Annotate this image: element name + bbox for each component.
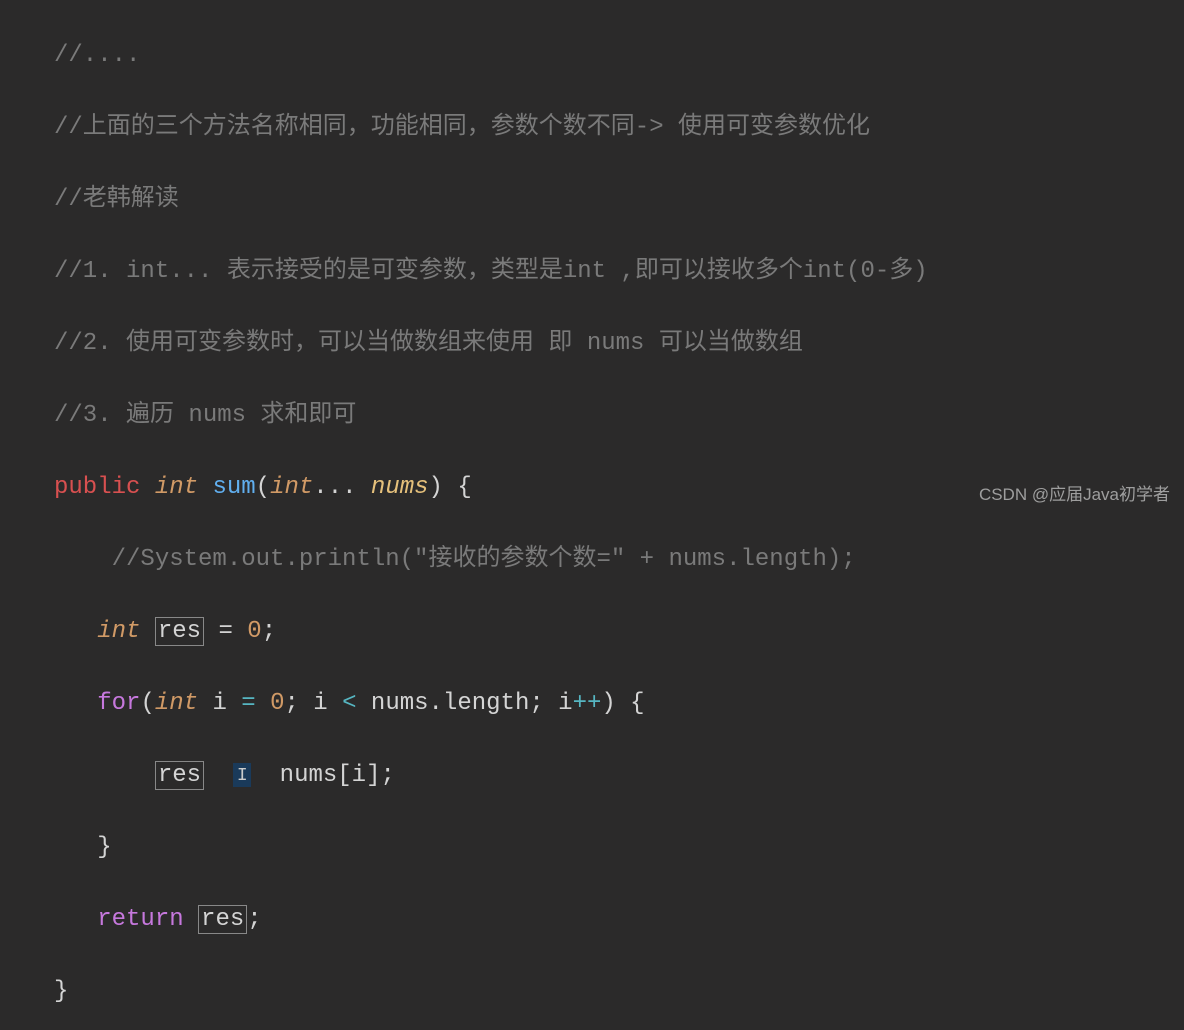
semicolon: ; [262, 618, 276, 645]
number-zero: 0 [247, 618, 261, 645]
paren: ( [140, 690, 154, 717]
operator-inc: ++ [573, 690, 602, 717]
semicolon: ; [247, 906, 261, 933]
variable-res: res [198, 905, 247, 934]
variable-res: res [155, 761, 204, 790]
comment-line: //.... [54, 42, 140, 69]
varargs-dots: ... [313, 474, 356, 501]
code-block: //.... //上面的三个方法名称相同，功能相同，参数个数不同-> 使用可变参… [0, 2, 1184, 1030]
comment-line: //1. int... 表示接受的是可变参数，类型是int ,即可以接收多个in… [54, 258, 928, 285]
variable-res: res [155, 617, 204, 646]
comment-line: //3. 遍历 nums 求和即可 [54, 402, 356, 429]
function-name: sum [212, 474, 255, 501]
paren: ) [429, 474, 443, 501]
comment-line: //2. 使用可变参数时，可以当做数组来使用 即 nums 可以当做数组 [54, 330, 803, 357]
brace: } [97, 834, 111, 861]
loop-cond-text: nums.length; i [357, 690, 573, 717]
loop-var: i [198, 690, 241, 717]
operator-lt: < [342, 690, 356, 717]
watermark-text: CSDN @应届Java初学者 [979, 482, 1170, 508]
keyword-for: for [97, 690, 140, 717]
paren: ( [256, 474, 270, 501]
keyword-int: int [97, 618, 140, 645]
parameter: nums [371, 474, 429, 501]
brace: { [457, 474, 471, 501]
keyword-public: public [54, 474, 140, 501]
number-zero: 0 [256, 690, 285, 717]
comment-line: //System.out.println("接收的参数个数=" + nums.l… [112, 546, 856, 573]
brace: } [54, 978, 68, 1005]
operator-eq: = [241, 690, 255, 717]
loop-cond: ; i [285, 690, 343, 717]
array-access: nums[i]; [251, 762, 395, 789]
paren-brace: ) { [601, 690, 644, 717]
text-cursor-icon [233, 763, 251, 787]
comment-line: //上面的三个方法名称相同，功能相同，参数个数不同-> 使用可变参数优化 [54, 114, 870, 141]
comment-line: //老韩解读 [54, 186, 179, 213]
keyword-int: int [155, 474, 198, 501]
keyword-int: int [270, 474, 313, 501]
operator-eq: = [204, 618, 247, 645]
keyword-int: int [155, 690, 198, 717]
keyword-return: return [97, 906, 183, 933]
